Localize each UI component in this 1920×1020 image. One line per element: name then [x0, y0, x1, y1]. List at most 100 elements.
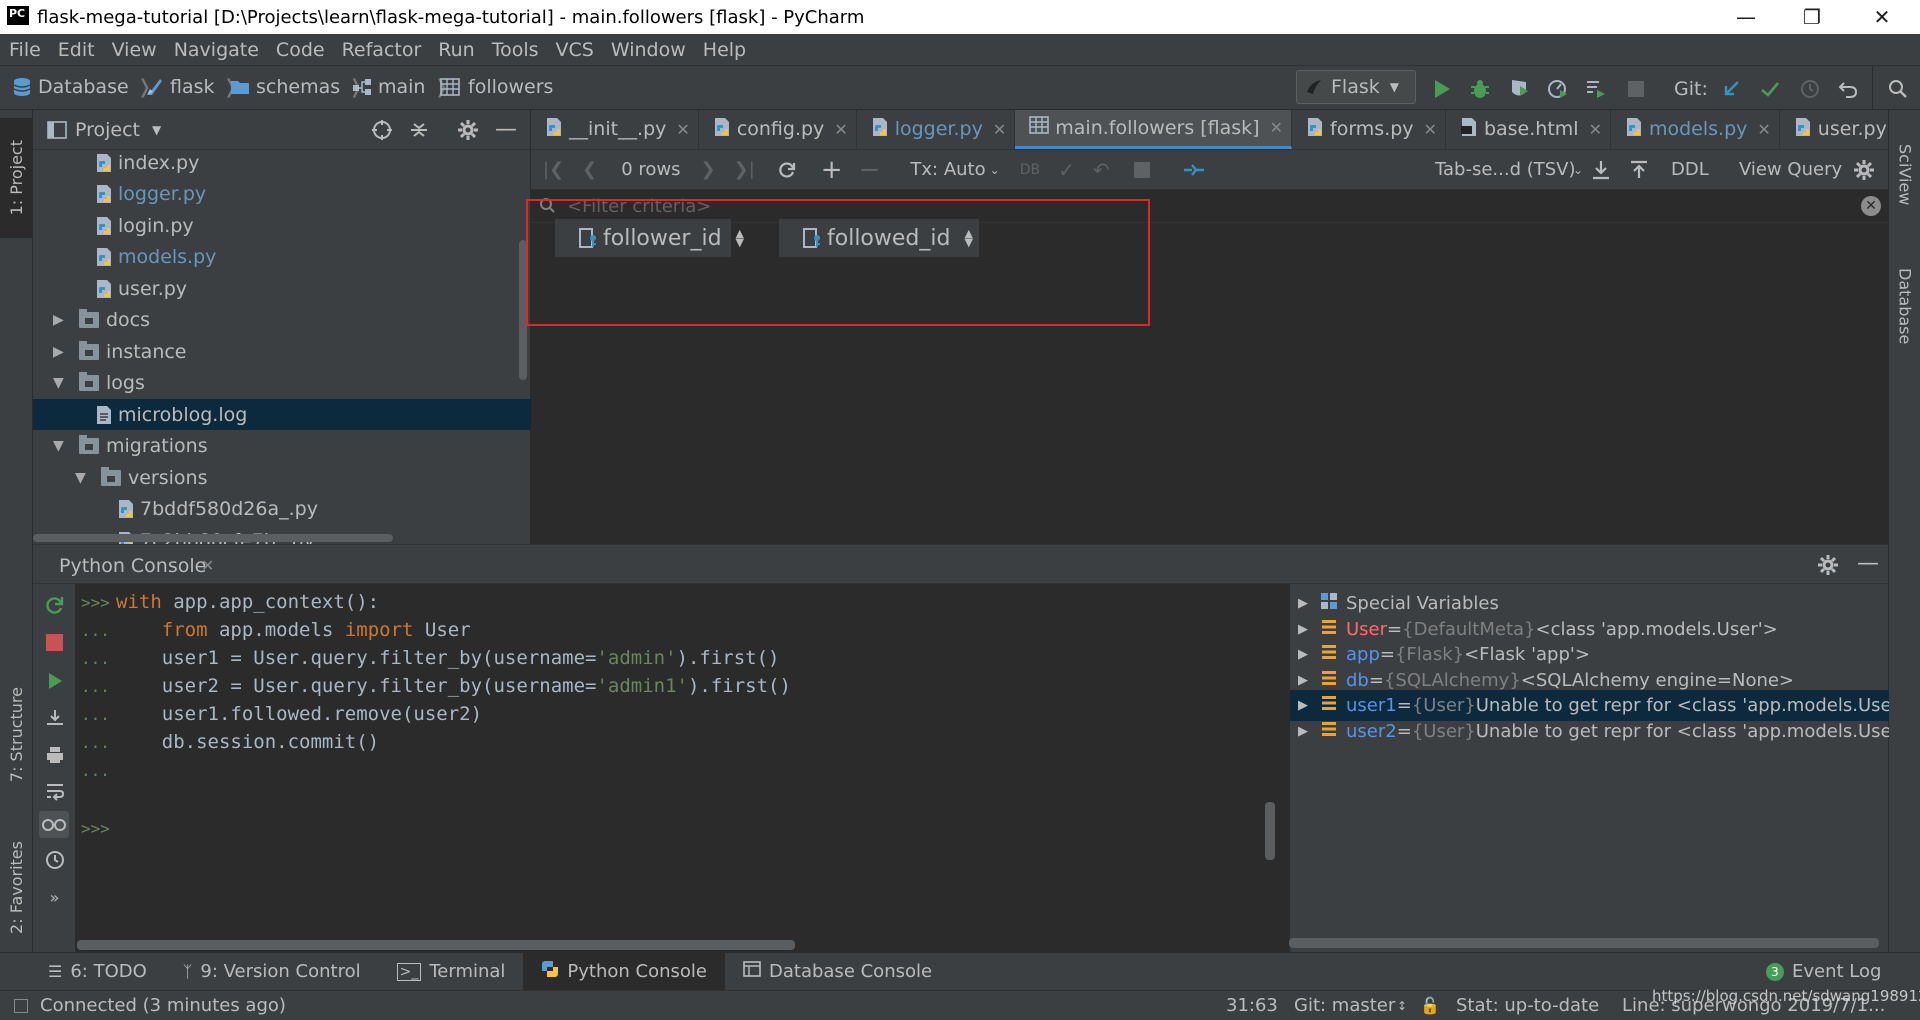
collapsed-arrow-icon[interactable]: ▶: [53, 312, 69, 328]
git-rollback-button[interactable]: [1834, 75, 1862, 103]
close-tab-icon[interactable]: ✕: [1757, 120, 1770, 139]
execute-icon[interactable]: [41, 667, 68, 694]
menu-help[interactable]: Help: [695, 39, 755, 61]
structure-tool-tab[interactable]: 7: Structure: [0, 665, 33, 805]
status-toggle-icon[interactable]: [14, 998, 28, 1013]
chevron-down-icon[interactable]: ⌄: [990, 163, 1000, 177]
menu-tools[interactable]: Tools: [484, 39, 548, 61]
soft-wrap-icon[interactable]: [41, 777, 68, 804]
git-history-button[interactable]: [1796, 75, 1824, 103]
view-query-button[interactable]: View Query: [1739, 159, 1842, 180]
expanded-arrow-icon[interactable]: ▼: [53, 375, 69, 391]
editor-tab[interactable]: forms.py ✕: [1292, 110, 1446, 149]
first-page-icon[interactable]: |❮: [543, 159, 564, 180]
project-tree-item[interactable]: models.py: [33, 242, 531, 273]
gear-icon[interactable]: [1817, 554, 1839, 576]
expanded-arrow-icon[interactable]: ▼: [75, 470, 91, 486]
run-configuration-select[interactable]: Flask ▼: [1296, 70, 1416, 104]
submit-icon[interactable]: DB: [1020, 162, 1040, 178]
git-update-button[interactable]: [1718, 75, 1746, 103]
add-row-icon[interactable]: +: [821, 155, 843, 185]
history-icon[interactable]: [41, 846, 68, 873]
concurrency-diagram-button[interactable]: [1582, 75, 1610, 103]
editor-tab[interactable]: user.py✕: [1780, 110, 1888, 149]
rerun-icon[interactable]: [41, 591, 68, 618]
next-page-icon[interactable]: ❯: [701, 159, 716, 180]
project-tree-item[interactable]: ▼ migrations: [33, 431, 531, 462]
row-count[interactable]: 0 rows: [621, 159, 680, 180]
editor-tab[interactable]: __init__.py ✕: [531, 110, 699, 149]
breadcrumb-schemas[interactable]: schemas❭: [230, 76, 364, 98]
transaction-mode-select[interactable]: Tx: Auto: [910, 159, 985, 180]
close-tab-icon[interactable]: ✕: [834, 120, 847, 139]
chevron-down-icon[interactable]: ⌄: [1573, 163, 1583, 177]
project-tool-tab[interactable]: 1: Project: [0, 118, 33, 238]
project-tree-item[interactable]: ▶ instance: [33, 336, 531, 367]
project-tree-item[interactable]: ▼ versions: [33, 462, 531, 493]
show-variables-icon[interactable]: [39, 811, 69, 838]
console-output[interactable]: >>> with app.app_context():... from app.m…: [76, 584, 1309, 924]
run-button[interactable]: [1428, 75, 1456, 103]
close-tab-icon[interactable]: ✕: [1270, 118, 1283, 137]
menu-window[interactable]: Window: [603, 39, 695, 61]
version-control-tab[interactable]: ᛉ 9: Version Control: [165, 953, 379, 991]
project-tree-item[interactable]: ▼ logs: [33, 368, 531, 399]
print-icon[interactable]: [41, 741, 68, 768]
import-icon[interactable]: [1629, 159, 1649, 181]
editor-tab[interactable]: logger.py ✕: [857, 110, 1016, 149]
breadcrumb-followers[interactable]: followers: [440, 76, 553, 98]
more-actions-icon[interactable]: »: [41, 884, 68, 911]
hide-panel-icon[interactable]: —: [1857, 551, 1879, 576]
locate-file-icon[interactable]: [371, 119, 393, 141]
terminal-tab[interactable]: >_ Terminal: [379, 953, 524, 991]
project-horizontal-scrollbar[interactable]: [33, 534, 393, 542]
database-tool-tab[interactable]: Database: [1889, 246, 1920, 366]
expand-arrow-icon[interactable]: ▶: [1298, 596, 1308, 611]
expand-arrow-icon[interactable]: ▶: [1298, 622, 1308, 637]
compare-icon[interactable]: [1182, 159, 1206, 181]
menu-file[interactable]: File: [0, 39, 50, 61]
menu-run[interactable]: Run: [430, 39, 483, 61]
minimize-button[interactable]: —: [1716, 0, 1776, 34]
delete-row-icon[interactable]: −: [859, 155, 881, 185]
vcs-status[interactable]: Stat: up-to-date: [1456, 995, 1599, 1016]
git-branch[interactable]: Git: master: [1294, 995, 1395, 1016]
menu-edit[interactable]: Edit: [50, 39, 104, 61]
breadcrumb-database[interactable]: Database ❭: [12, 76, 153, 98]
chevron-down-icon[interactable]: ▼: [152, 123, 161, 137]
python-console-tab[interactable]: Python Console: [59, 555, 206, 577]
expand-arrow-icon[interactable]: ▶: [1298, 698, 1308, 713]
extractor-format-select[interactable]: Tab-se...d (TSV): [1435, 159, 1576, 180]
close-tab-icon[interactable]: ✕: [676, 120, 689, 139]
variable-row[interactable]: ▶ user2 = {User} Unable to get repr for <…: [1290, 716, 1889, 747]
last-page-icon[interactable]: ❯|: [734, 159, 755, 180]
editor-tab[interactable]: config.py ✕: [699, 110, 857, 149]
maximize-button[interactable]: ❐: [1782, 0, 1842, 34]
collapsed-arrow-icon[interactable]: ▶: [53, 344, 69, 360]
breadcrumb-main[interactable]: main ❭: [352, 76, 449, 98]
editor-tab[interactable]: models.py ✕: [1611, 110, 1780, 149]
scroll-to-end-icon[interactable]: [41, 704, 68, 731]
breadcrumb-flask[interactable]: flask ❭: [144, 76, 238, 98]
clear-filter-icon[interactable]: ✕: [1861, 196, 1881, 216]
project-tree-item[interactable]: 7bddf580d26a_.py: [33, 494, 531, 525]
expanded-arrow-icon[interactable]: ▼: [53, 438, 69, 454]
project-tree-item[interactable]: ▶ docs: [33, 305, 531, 336]
database-console-tab[interactable]: Database Console: [725, 953, 950, 991]
caret-position[interactable]: 31:63: [1226, 995, 1278, 1016]
close-tab-icon[interactable]: ✕: [993, 120, 1006, 139]
git-commit-button[interactable]: [1756, 75, 1784, 103]
expand-arrow-icon[interactable]: ▶: [1298, 724, 1308, 739]
python-console-bottom-tab[interactable]: Python Console: [523, 952, 725, 991]
project-view-title[interactable]: Project: [75, 119, 140, 141]
project-tree-item[interactable]: login.py: [33, 210, 531, 241]
expand-arrow-icon[interactable]: ▶: [1298, 673, 1308, 688]
editor-tab[interactable]: main.followers [flask] ✕: [1015, 110, 1292, 149]
event-log-tab[interactable]: 3 Event Log: [1748, 953, 1899, 991]
stop-icon[interactable]: [41, 629, 68, 656]
ddl-button[interactable]: DDL: [1671, 159, 1709, 180]
menu-navigate[interactable]: Navigate: [166, 39, 268, 61]
rollback-icon[interactable]: ↶: [1093, 158, 1110, 182]
gear-icon[interactable]: [1853, 159, 1875, 181]
menu-refactor[interactable]: Refactor: [334, 39, 431, 61]
